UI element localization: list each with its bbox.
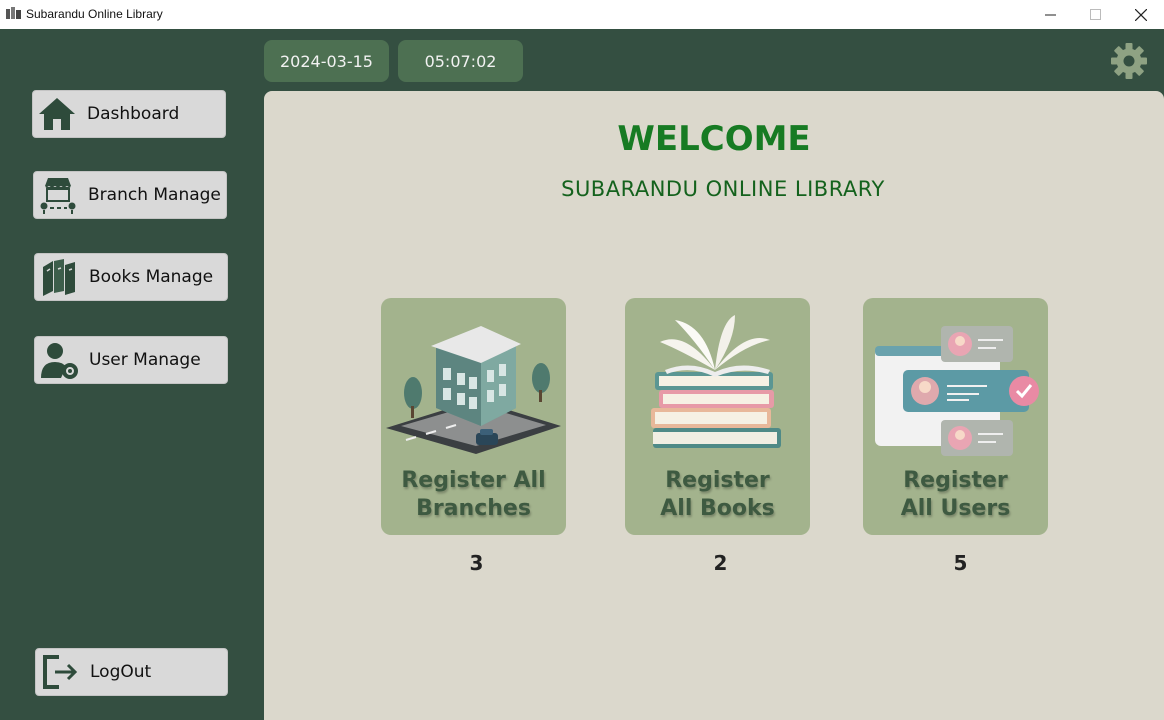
card-label: Register All Books [660,468,775,521]
book-count: 2 [713,551,728,575]
logout-icon [40,652,80,692]
books-icon [39,257,79,297]
branch-count: 3 [469,551,484,575]
close-button[interactable] [1118,0,1164,29]
register-books-card[interactable]: Register All Books [625,298,810,535]
settings-gear-icon[interactable] [1110,42,1148,80]
minimize-icon [1044,14,1056,16]
sidebar-item-label: Branch Manage [88,185,221,205]
card-label: Register All Users [900,468,1011,521]
building-icon [386,326,561,454]
user-settings-icon [39,340,79,380]
sidebar-item-label: User Manage [89,350,201,370]
logout-label: LogOut [90,662,152,682]
maximize-icon [1089,9,1101,20]
close-icon [1135,8,1147,21]
home-icon [37,94,77,134]
register-branches-card[interactable]: Register All Branches [381,298,566,535]
welcome-heading: WELCOME [617,119,811,159]
library-subtitle: SUBARANDU ONLINE LIBRARY [561,177,885,201]
sidebar-item-user-manage[interactable]: User Manage [34,336,228,384]
title-bar: Subarandu Online Library [0,0,1164,29]
dashboard-panel: WELCOME SUBARANDU ONLINE LIBRARY Registe… [264,91,1164,720]
user-count: 5 [953,551,968,575]
date-display: 2024-03-15 [264,40,389,82]
sidebar-item-label: Dashboard [87,104,180,124]
register-users-card[interactable]: Register All Users [863,298,1048,535]
card-label: Register All Branches [401,468,546,521]
maximize-button[interactable] [1072,0,1118,29]
book-stack-icon [651,315,781,448]
sidebar-item-branch-manage[interactable]: Branch Manage [33,171,227,219]
sidebar-item-dashboard[interactable]: Dashboard [32,90,226,138]
sidebar-item-label: Books Manage [89,267,214,287]
time-display: 05:07:02 [398,40,523,82]
branch-store-icon [38,175,78,215]
window-title: Subarandu Online Library [26,7,163,21]
minimize-button[interactable] [1027,0,1073,29]
logout-button[interactable]: LogOut [35,648,228,696]
app-icon [6,7,21,19]
sidebar-item-books-manage[interactable]: Books Manage [34,253,228,301]
user-profiles-icon [875,326,1039,456]
